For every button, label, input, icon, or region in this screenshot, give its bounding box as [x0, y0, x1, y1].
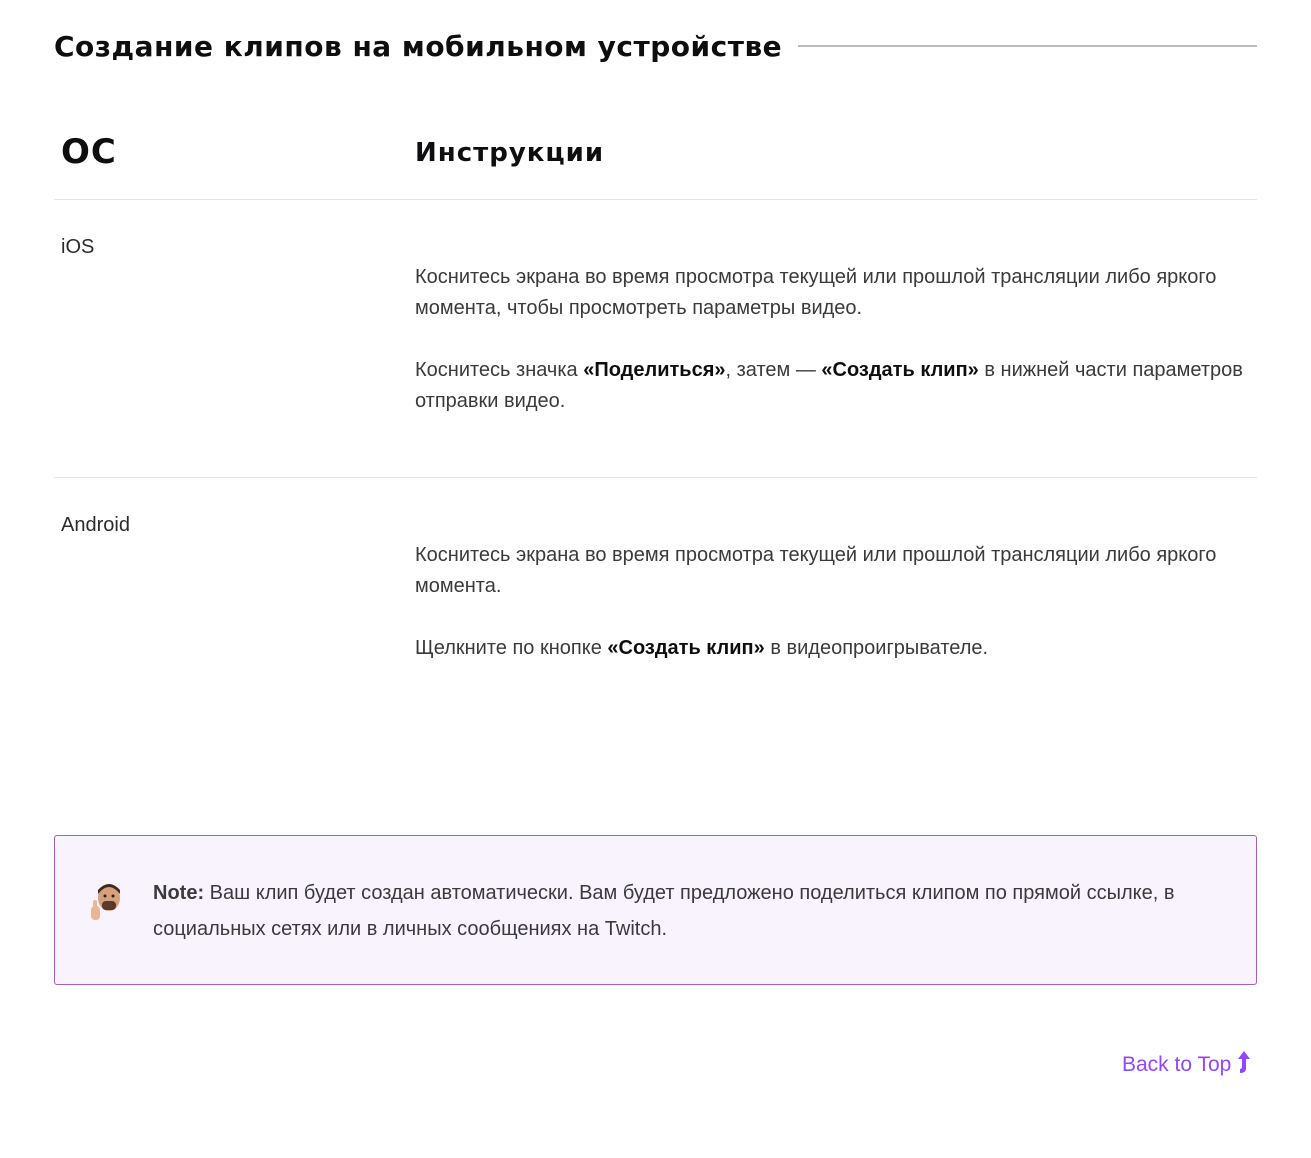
arrow-up-icon	[1237, 1050, 1251, 1080]
instruction-paragraph: Коснитесь экрана во время просмотра теку…	[415, 266, 1217, 319]
instruction-paragraph: Коснитесь экрана во время просмотра теку…	[415, 544, 1217, 597]
table-header: ОС Инструкции	[54, 110, 1257, 200]
row-instructions: Коснитесь экрана во время просмотра теку…	[415, 540, 1257, 695]
note-callout: Note: Ваш клип будет создан автоматическ…	[54, 835, 1257, 985]
table-row-ios: iOS Коснитесь экрана во время просмотра …	[54, 200, 1257, 478]
instruction-paragraph: Щелкните по кнопке «Создать клип» в виде…	[415, 637, 989, 659]
table-row-android: Android Коснитесь экрана во время просмо…	[54, 478, 1257, 738]
row-instructions: Коснитесь экрана во время просмотра теку…	[415, 262, 1257, 448]
os-instructions-table: ОС Инструкции iOS Коснитесь экрана во вр…	[54, 110, 1257, 738]
note-label: Note:	[153, 882, 205, 904]
note-text: Note: Ваш клип будет создан автоматическ…	[153, 882, 1175, 940]
section-divider	[798, 45, 1257, 47]
back-to-top-label: Back to Top	[1122, 1053, 1232, 1076]
instruction-paragraph: Коснитесь значка «Поделиться», затем — «…	[415, 359, 1243, 412]
back-to-top-link[interactable]: Back to Top	[1122, 1050, 1251, 1080]
section-header: Создание клипов на мобильном устройстве	[54, 26, 1257, 66]
column-header-instructions: Инструкции	[415, 138, 605, 168]
column-header-os: ОС	[61, 132, 117, 172]
row-os-label: iOS	[61, 236, 95, 258]
section-title: Создание клипов на мобильном устройстве	[54, 29, 783, 63]
person-thumbs-up-avatar-icon	[89, 882, 125, 926]
row-os-label: Android	[61, 514, 130, 536]
